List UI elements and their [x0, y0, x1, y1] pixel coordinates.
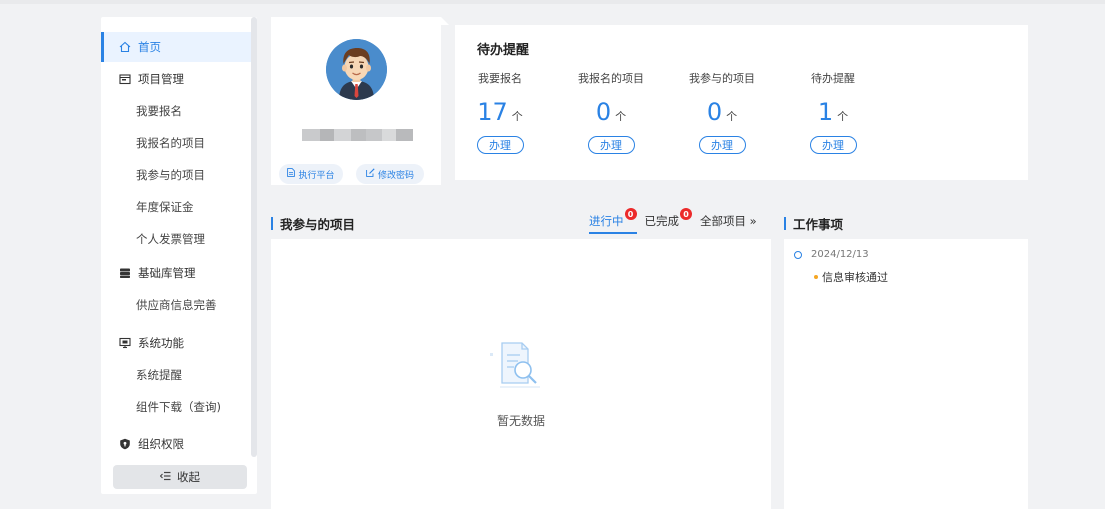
- todo-count: 1: [817, 98, 834, 126]
- todo-reminders: 待办提醒 1个 办理: [793, 70, 873, 154]
- sidebar-item-org-permissions[interactable]: 组织权限: [101, 429, 251, 459]
- empty-state-text: 暂无数据: [496, 414, 545, 428]
- todo-panel: 待办提醒 我要报名 17 个 办理 我报名的项目 0个 办理 我参与的项目 0个 …: [455, 25, 1028, 180]
- sidebar-item-system-functions[interactable]: 系统功能: [101, 328, 251, 358]
- sidebar-item-label: 项目管理: [138, 72, 184, 86]
- sidebar-item-label: 基础库管理: [138, 266, 196, 280]
- project-tabs: 进行中 0 已完成 0 全部项目 »: [589, 208, 765, 234]
- monitor-icon: [118, 337, 131, 350]
- work-title-text: 工作事项: [793, 217, 844, 232]
- todo-unit: 个: [615, 110, 627, 123]
- tab-label: 全部项目 »: [700, 214, 757, 228]
- database-icon: [118, 267, 131, 280]
- change-password-label: 修改密码: [377, 170, 414, 181]
- folder-icon: [118, 73, 131, 86]
- sidebar-item-label: 我参与的项目: [136, 168, 205, 182]
- work-items-panel: 2024/12/13 信息审核通过: [784, 239, 1028, 509]
- sidebar-item-component-download[interactable]: 组件下载（查询): [101, 392, 251, 422]
- tab-in-progress[interactable]: 进行中 0: [589, 208, 637, 234]
- sidebar-scrollbar[interactable]: [251, 17, 257, 457]
- sidebar-item-label: 年度保证金: [136, 200, 194, 214]
- sidebar-item-invoice-management[interactable]: 个人发票管理: [101, 224, 251, 254]
- avatar: [326, 39, 387, 100]
- todo-label: 我报名的项目: [578, 72, 644, 85]
- tab-all-projects[interactable]: 全部项目 »: [700, 213, 757, 232]
- collapse-sidebar-button[interactable]: 收起: [113, 465, 247, 489]
- sidebar-item-base-library[interactable]: 基础库管理: [101, 258, 251, 288]
- todo-unit: 个: [511, 110, 523, 123]
- sidebar-item-project-management[interactable]: 项目管理: [101, 64, 251, 94]
- shield-icon: [118, 438, 131, 451]
- sidebar-item-label: 系统功能: [138, 336, 184, 350]
- sidebar-item-label: 组件下载（查询): [136, 400, 221, 414]
- tab-label: 已完成: [644, 214, 680, 228]
- todo-unit: 个: [837, 110, 849, 123]
- collapse-label: 收起: [177, 470, 200, 484]
- execution-platform-label: 执行平台: [298, 170, 335, 181]
- projects-section-title: 我参与的项目: [271, 214, 355, 233]
- sidebar-item-label: 个人发票管理: [136, 232, 205, 246]
- tab-completed[interactable]: 已完成 0: [644, 208, 692, 232]
- sidebar-item-label: 系统提醒: [136, 368, 182, 382]
- document-icon: [287, 168, 296, 180]
- username-masked: [302, 129, 413, 141]
- collapse-icon: [159, 470, 171, 484]
- change-password-button[interactable]: 修改密码: [356, 164, 424, 184]
- tab-label: 进行中: [589, 214, 624, 228]
- sidebar-item-annual-deposit[interactable]: 年度保证金: [101, 192, 251, 222]
- sidebar-item-system-reminders[interactable]: 系统提醒: [101, 360, 251, 390]
- profile-card-corner: [441, 17, 449, 25]
- timeline-item[interactable]: 信息审核通过: [814, 269, 888, 285]
- sidebar: 首页 项目管理 我要报名 我报名的项目 我参与的项目 年度保证金 个人发票管理 …: [101, 17, 257, 494]
- todo-my-signups: 我报名的项目 0个 办理: [571, 70, 651, 154]
- sidebar-item-my-projects[interactable]: 我参与的项目: [101, 160, 251, 190]
- bullet-icon: [814, 275, 818, 279]
- sidebar-item-supplier-info[interactable]: 供应商信息完善: [101, 290, 251, 320]
- projects-title-text: 我参与的项目: [280, 217, 356, 232]
- edit-icon: [366, 168, 375, 180]
- timeline-date-text: 2024/12/13: [811, 249, 869, 260]
- sidebar-item-label: 供应商信息完善: [136, 298, 217, 312]
- count-badge: 0: [680, 208, 692, 220]
- execution-platform-button[interactable]: 执行平台: [279, 164, 343, 184]
- sidebar-item-my-signups[interactable]: 我报名的项目: [101, 128, 251, 158]
- count-badge: 0: [624, 208, 637, 220]
- projects-panel: 暂无数据: [271, 239, 771, 509]
- work-section-title: 工作事项: [784, 214, 843, 233]
- sidebar-item-home[interactable]: 首页: [101, 32, 251, 62]
- handle-button[interactable]: 办理: [809, 136, 857, 154]
- handle-button[interactable]: 办理: [698, 136, 746, 154]
- todo-label: 待办提醒: [811, 72, 855, 85]
- sidebar-item-label: 我报名的项目: [136, 136, 205, 150]
- sidebar-item-label: 组织权限: [138, 437, 184, 451]
- timeline-ring-icon: [794, 250, 802, 259]
- todo-my-projects: 我参与的项目 0个 办理: [682, 70, 762, 154]
- handle-button[interactable]: 办理: [476, 136, 524, 154]
- todo-count: 0: [595, 98, 612, 126]
- todo-label: 我要报名: [478, 72, 522, 85]
- empty-document-search-icon: [490, 339, 552, 397]
- todo-title: 待办提醒: [477, 43, 530, 58]
- top-bar: [0, 0, 1105, 4]
- todo-label: 我参与的项目: [689, 72, 755, 85]
- todo-unit: 个: [726, 110, 738, 123]
- todo-signup: 我要报名 17 个 办理: [460, 70, 540, 154]
- profile-card: 执行平台 修改密码: [271, 17, 441, 185]
- sidebar-item-signup[interactable]: 我要报名: [101, 96, 251, 126]
- timeline-date: 2024/12/13: [794, 249, 869, 260]
- sidebar-item-label: 我要报名: [136, 104, 182, 118]
- home-icon: [118, 41, 131, 54]
- todo-count: 17: [477, 98, 508, 126]
- handle-button[interactable]: 办理: [587, 136, 635, 154]
- sidebar-item-label: 首页: [138, 40, 161, 54]
- todo-count: 0: [706, 98, 723, 126]
- timeline-item-text: 信息审核通过: [822, 271, 888, 284]
